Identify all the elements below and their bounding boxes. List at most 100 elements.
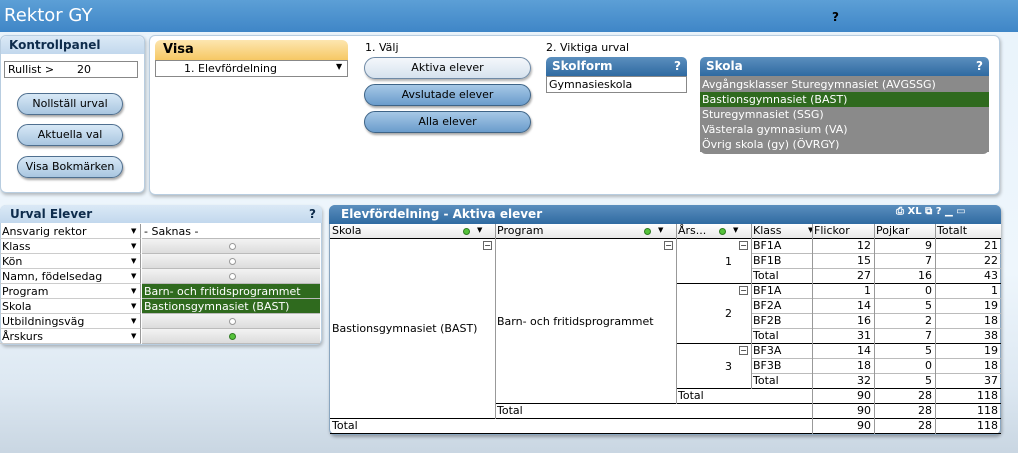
maximize-icon[interactable]: ▭ <box>956 206 965 217</box>
chevron-down-icon[interactable]: ▼ <box>131 329 136 344</box>
column-divider <box>751 224 752 389</box>
klass-cell: BF1A <box>753 284 782 297</box>
klass-cell: BF1A <box>753 239 782 252</box>
visa-selected: 1. Elevfördelning <box>184 62 277 75</box>
urval-field-value[interactable] <box>142 329 320 344</box>
urval-field-value[interactable] <box>142 239 320 254</box>
urval-field-value[interactable] <box>142 269 320 284</box>
collapse-icon[interactable]: − <box>739 286 748 295</box>
urval-field-label[interactable]: Kön <box>0 254 141 269</box>
collapse-icon[interactable]: − <box>739 241 748 250</box>
visa-dropdown[interactable]: 1. Elevfördelning ▼ <box>155 60 348 77</box>
column-divider <box>676 224 677 404</box>
search-indicator-icon[interactable] <box>463 228 470 235</box>
help-icon[interactable]: ? <box>832 10 839 24</box>
flickor-cell: 90 <box>857 389 871 402</box>
column-divider <box>812 224 813 434</box>
arskurs-cell: 3 <box>725 359 732 373</box>
pojkar-cell: 7 <box>925 254 932 267</box>
skolform-header: Skolform ? <box>546 57 687 76</box>
skola-item[interactable]: Sturegymnasiet (SSG) <box>700 107 989 122</box>
kontrollpanel-title: Kontrollpanel <box>1 36 144 54</box>
table-toolbar: ⎙ XL ⧉ ? ▁ ▭ <box>896 206 966 217</box>
skola-item[interactable]: Avgångsklasser Sturegymnasiet (AVGSSG) <box>700 77 989 92</box>
urval-field-value[interactable] <box>142 314 320 329</box>
urval-field-label[interactable]: Klass <box>0 239 141 254</box>
flickor-cell: 14 <box>857 344 871 357</box>
urval-field-value[interactable]: Bastionsgymnasiet (BAST) <box>142 299 320 314</box>
flickor-cell: 1 <box>864 284 871 297</box>
skolform-listbox: Gymnasieskola <box>546 76 687 93</box>
column-divider <box>874 224 875 434</box>
skolform-help-icon[interactable]: ? <box>674 59 681 73</box>
flickor-total-cell: 32 <box>857 374 871 387</box>
urval-field-value[interactable]: Barn- och fritidsprogrammet <box>142 284 320 299</box>
pojkar-cell: 28 <box>918 389 932 402</box>
visa-bokmarken-button[interactable]: Visa Bokmärken <box>17 156 123 178</box>
pojkar-cell: 5 <box>925 299 932 312</box>
chevron-down-icon[interactable]: ▼ <box>131 269 136 284</box>
rullist-field[interactable]: Rullist > 20 <box>4 61 138 78</box>
klass-cell: BF3A <box>753 344 782 357</box>
copy-icon[interactable]: ⧉ <box>925 206 932 217</box>
arskurs-cell: 2 <box>725 307 732 320</box>
chevron-down-icon[interactable]: ▼ <box>131 314 136 329</box>
totalt-cell: 19 <box>984 344 998 357</box>
step1-label: 1. Välj <box>365 41 399 54</box>
excel-icon[interactable]: XL <box>907 206 921 217</box>
avslutade-elever-button[interactable]: Avslutade elever <box>364 84 531 106</box>
totalt-total-cell: 38 <box>984 329 998 342</box>
urval-field-label[interactable]: Program <box>0 284 141 299</box>
empty-indicator-icon <box>228 243 236 250</box>
search-indicator-icon[interactable] <box>719 228 726 235</box>
urval-field-label[interactable]: Ansvarig rektor <box>0 224 141 239</box>
skola-item-selected[interactable]: Bastionsgymnasiet (BAST) <box>700 92 989 107</box>
collapse-icon[interactable]: − <box>739 346 748 355</box>
print-icon[interactable]: ⎙ <box>896 206 904 217</box>
totalt-cell: 1 <box>991 284 998 297</box>
flickor-cell: 90 <box>857 404 871 417</box>
aktiva-elever-button[interactable]: Aktiva elever <box>364 57 531 79</box>
skola-item[interactable]: Övrig skola (gy) (ÖVRGY) <box>700 137 989 152</box>
chevron-down-icon[interactable]: ▼ <box>477 226 482 234</box>
skola-header: Skola ? <box>700 57 989 76</box>
collapse-icon[interactable]: − <box>664 241 673 250</box>
minimize-icon[interactable]: ▁ <box>945 206 953 217</box>
urval-help-icon[interactable]: ? <box>309 207 316 221</box>
chevron-down-icon[interactable]: ▼ <box>131 239 136 254</box>
chevron-down-icon[interactable]: ▼ <box>658 226 663 234</box>
flickor-cell: 14 <box>857 299 871 312</box>
search-indicator-icon[interactable] <box>644 228 651 235</box>
chevron-down-icon[interactable]: ▼ <box>131 254 136 269</box>
table-help-icon[interactable]: ? <box>936 206 942 217</box>
app-title: Rektor GY <box>4 5 93 26</box>
skolform-item[interactable]: Gymnasieskola <box>547 77 686 92</box>
alla-elever-button[interactable]: Alla elever <box>364 111 531 133</box>
chevron-down-icon[interactable]: ▼ <box>131 224 136 239</box>
urval-field-value[interactable] <box>142 254 320 269</box>
chevron-down-icon[interactable]: ▼ <box>131 299 136 314</box>
totalt-cell: 118 <box>977 389 998 402</box>
nollstall-urval-button[interactable]: Nollställ urval <box>17 93 123 115</box>
skola-help-icon[interactable]: ? <box>976 59 983 73</box>
urval-field-label[interactable]: Skola <box>0 299 141 314</box>
chevron-down-icon: ▼ <box>336 62 343 71</box>
col-header-pojkar: Pojkar <box>874 224 935 239</box>
urval-field-label[interactable]: Utbildningsväg <box>0 314 141 329</box>
collapse-icon[interactable]: − <box>483 241 492 250</box>
col-header-skola: Skola <box>330 224 495 239</box>
pojkar-total-cell: 16 <box>918 269 932 282</box>
col-header-klass: Klass <box>751 224 812 239</box>
chevron-down-icon[interactable]: ▼ <box>131 284 136 299</box>
totalt-cell: 118 <box>977 404 998 417</box>
urval-field-value[interactable]: - Saknas - <box>142 224 320 239</box>
chevron-down-icon[interactable]: ▼ <box>733 226 738 234</box>
totalt-cell: 21 <box>984 239 998 252</box>
skolform-title: Skolform <box>552 59 613 73</box>
urval-field-label[interactable]: Årskurs <box>0 329 141 344</box>
klass-total-cell: Total <box>753 329 779 342</box>
aktuella-val-button[interactable]: Aktuella val <box>17 124 123 146</box>
urval-field-label[interactable]: Namn, födelsedag <box>0 269 141 284</box>
skola-item[interactable]: Västerala gymnasium (VA) <box>700 122 989 137</box>
flickor-cell: 16 <box>857 314 871 327</box>
